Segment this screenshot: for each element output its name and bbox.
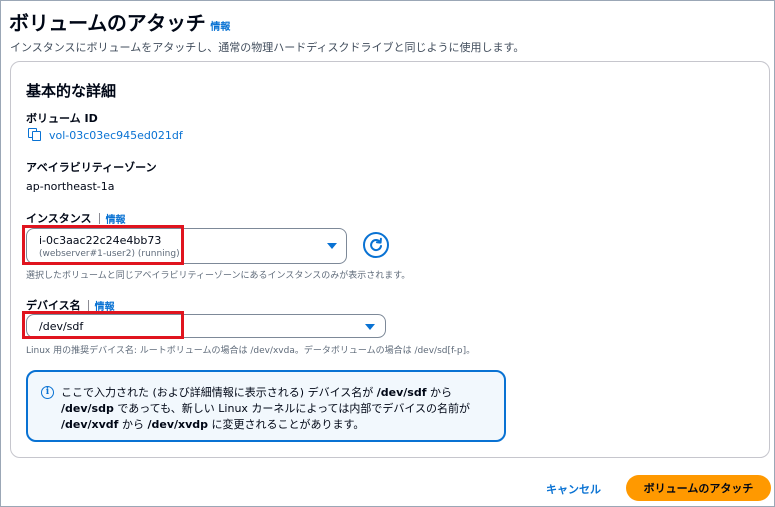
instance-select-value: i-0c3aac22c24e4bb73 [39, 234, 162, 247]
device-label: デバイス名 情報 [26, 297, 115, 313]
container-header: 基本的な詳細 [26, 82, 117, 100]
az-label-text: アベイラビリティーゾーン [26, 161, 157, 174]
alert-text-bold: /dev/sdp [61, 402, 114, 415]
alert-text-bold: /dev/xvdf [61, 418, 119, 431]
device-hint: Linux 用の推奨デバイス名: ルートボリュームの場合は /dev/xvda。… [26, 346, 476, 356]
alert-text-part: に変更されることがあります。 [208, 418, 365, 431]
volume-id-row: vol-03c03ec945ed021df [28, 128, 183, 142]
device-select[interactable]: /dev/sdf [26, 314, 386, 338]
title-row: ボリュームのアタッチ 情報 [9, 7, 230, 36]
basic-details-container: 基本的な詳細 ボリューム ID vol-03c03ec945ed021df アベ… [10, 61, 770, 458]
volume-id-label-text: ボリューム ID [26, 112, 98, 125]
az-value: ap-northeast-1a [26, 180, 115, 193]
instance-hint: 選択したボリュームと同じアベイラビリティーゾーンにあるインスタンスのみが表示され… [26, 271, 411, 281]
alert-text-bold: /dev/sdf [376, 386, 427, 399]
instance-label-text: インスタンス [26, 212, 92, 225]
alert-text: ここで入力された (および詳細情報に表示される) デバイス名が /dev/sdf… [61, 385, 501, 433]
device-select-value: /dev/sdf [39, 320, 84, 333]
attach-volume-panel: ボリュームのアタッチ 情報 インスタンスにボリュームをアタッチし、通常の物理ハー… [0, 0, 775, 507]
info-circle-icon: i [41, 386, 54, 399]
caret-down-icon [365, 324, 375, 330]
instance-select[interactable]: i-0c3aac22c24e4bb73 (webserver#1-user2) … [26, 228, 347, 264]
info-alert: i ここで入力された (および詳細情報に表示される) デバイス名が /dev/s… [26, 370, 506, 442]
device-info-link[interactable]: 情報 [95, 298, 115, 313]
instance-info-link[interactable]: 情報 [106, 211, 126, 226]
alert-text-bold: /dev/xvdp [147, 418, 209, 431]
alert-text-part: から [426, 386, 452, 399]
title-info-link[interactable]: 情報 [210, 18, 230, 33]
page-title: ボリュームのアタッチ [9, 11, 206, 35]
page-description: インスタンスにボリュームをアタッチし、通常の物理ハードディスクドライブと同じよう… [10, 41, 525, 54]
attach-volume-button[interactable]: ボリュームのアタッチ [626, 475, 771, 501]
volume-id-link[interactable]: vol-03c03ec945ed021df [49, 129, 183, 142]
instance-label: インスタンス 情報 [26, 210, 126, 226]
volume-id-label: ボリューム ID [26, 110, 98, 126]
refresh-icon[interactable] [363, 232, 389, 258]
instance-select-subtext: (webserver#1-user2) (running) [39, 249, 180, 259]
alert-text-part: ここで入力された (および詳細情報に表示される) デバイス名が [61, 386, 377, 399]
caret-down-icon [327, 243, 337, 249]
alert-text-part: から [118, 418, 148, 431]
copy-icon[interactable] [28, 128, 42, 142]
cancel-button[interactable]: キャンセル [546, 481, 601, 497]
device-label-text: デバイス名 [26, 299, 81, 312]
alert-text-part: であっても、新しい Linux カーネルによっては内部でデバイスの名前が [113, 402, 470, 415]
az-label: アベイラビリティーゾーン [26, 159, 157, 175]
